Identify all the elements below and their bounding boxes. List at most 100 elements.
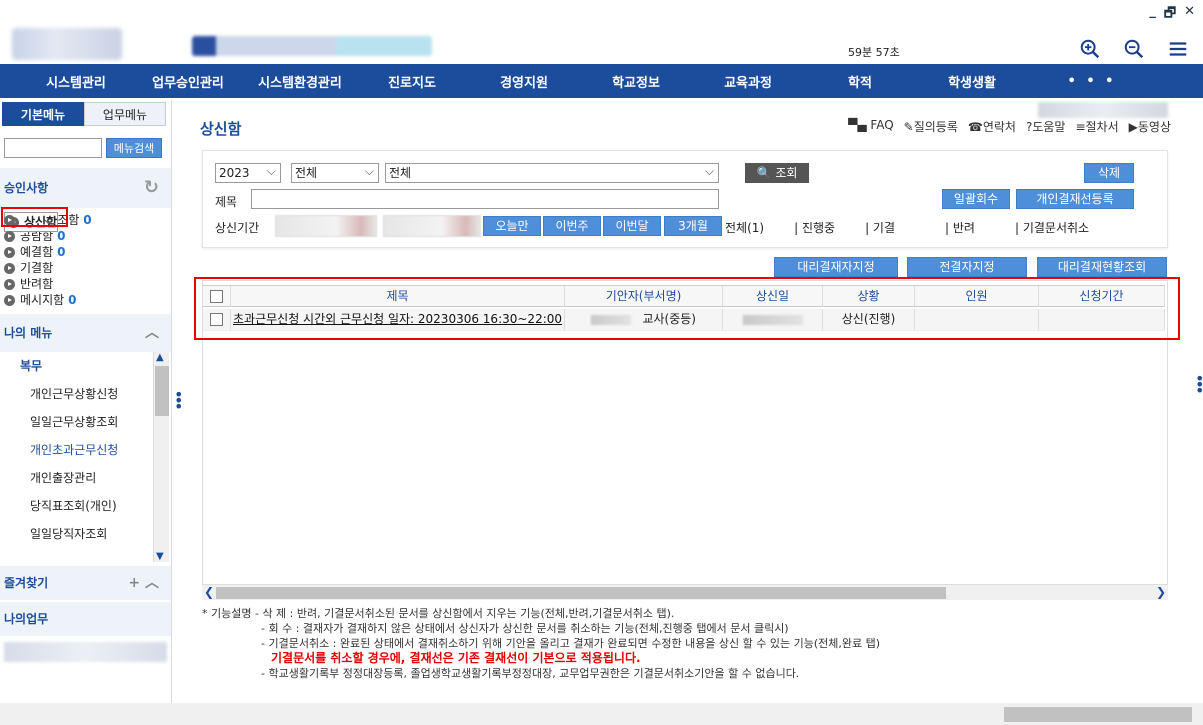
top-header: 59분 57초 _ 🗗 ✕ bbox=[0, 0, 1203, 64]
approval-item-scheduled[interactable]: 예결함 0 bbox=[4, 244, 171, 260]
tab-cancelled[interactable]: | 기결문서취소 bbox=[1015, 219, 1089, 236]
today-button[interactable]: 오늘만 bbox=[483, 216, 541, 236]
arrow-circle-icon bbox=[4, 230, 15, 242]
nav-item-management[interactable]: 경영지원 bbox=[468, 72, 580, 91]
menu-search: 메뉴검색 bbox=[4, 138, 171, 158]
my-menu-list: 복무 개인근무상황신청 일일근무상황조회 개인초과근무신청 개인출장관리 당직표… bbox=[0, 352, 171, 562]
my-menu-item[interactable]: 당직표조회(개인) bbox=[0, 492, 171, 520]
start-date-input[interactable] bbox=[275, 215, 377, 237]
minimize-icon[interactable]: _ bbox=[1149, 4, 1156, 26]
my-menu-scrollbar[interactable]: ▲ ▼ bbox=[153, 352, 169, 562]
category-select[interactable]: 전체 bbox=[385, 162, 719, 183]
menu-search-input[interactable] bbox=[4, 138, 102, 158]
my-menu-item[interactable]: 개인출장관리 bbox=[0, 464, 171, 492]
nav-item-student-life[interactable]: 학생생활 bbox=[916, 72, 1028, 91]
hscroll-thumb[interactable] bbox=[216, 587, 946, 599]
period-label: 상신기간 bbox=[215, 221, 260, 235]
hamburger-menu-icon[interactable] bbox=[1167, 38, 1189, 60]
search-panel: 2023 전체 전체 🔍 조회 삭제 제목 일괄회수 개인결재선등록 상신기간 … bbox=[202, 150, 1168, 248]
video-link[interactable]: ▶동영상 bbox=[1129, 118, 1171, 135]
close-icon[interactable]: ✕ bbox=[1184, 4, 1195, 26]
sidebar-tabs: 기본메뉴 업무메뉴 bbox=[2, 102, 171, 126]
tab-in-progress[interactable]: | 진행중 bbox=[794, 219, 835, 236]
left-sidebar: 기본메뉴 업무메뉴 메뉴검색 승인사항 ↻ 상신함 미결/협조함0 공람함0 예… bbox=[0, 100, 172, 703]
scroll-up-icon[interactable]: ▲ bbox=[156, 352, 164, 363]
right-panel-handle[interactable]: ••• bbox=[1195, 371, 1203, 399]
help-link[interactable]: ?도움말 bbox=[1026, 118, 1066, 135]
contact-link[interactable]: ☎연락처 bbox=[968, 118, 1016, 135]
refresh-icon[interactable]: ↻ bbox=[144, 168, 159, 208]
title-input[interactable] bbox=[251, 189, 719, 209]
zoom-out-icon[interactable] bbox=[1123, 38, 1145, 60]
faq-link[interactable]: ▀▄ FAQ bbox=[848, 118, 894, 135]
inquiry-link[interactable]: ✎질의등록 bbox=[904, 118, 958, 135]
bottom-scroll-thumb[interactable] bbox=[1004, 707, 1192, 722]
grid-hscrollbar[interactable]: ❮ ❯ bbox=[202, 584, 1168, 600]
my-menu-header[interactable]: 나의 메뉴 ︿ bbox=[0, 314, 171, 352]
approval-section-header: 승인사항 ↻ bbox=[0, 168, 171, 208]
main-content: 상신함 ▀▄ FAQ ✎질의등록 ☎연락처 ?도움말 ≡절차서 ▶동영상 202… bbox=[182, 100, 1187, 703]
scroll-thumb[interactable] bbox=[155, 366, 169, 416]
arrow-circle-icon bbox=[4, 246, 15, 258]
arrow-circle-icon bbox=[4, 262, 15, 274]
arrow-circle-icon bbox=[4, 278, 15, 290]
tab-work-menu[interactable]: 업무메뉴 bbox=[84, 102, 166, 126]
logo bbox=[12, 28, 122, 60]
delegate-approver-button[interactable]: 전결자지정 bbox=[907, 257, 1027, 277]
approval-item-completed[interactable]: 기결함 bbox=[4, 260, 171, 276]
this-month-button[interactable]: 이번달 bbox=[603, 216, 661, 236]
nav-item-records[interactable]: 학적 bbox=[804, 72, 916, 91]
main-nav: 시스템관리 업무승인관리 시스템환경관리 진로지도 경영지원 학교정보 교육과정… bbox=[0, 64, 1203, 98]
my-work-header[interactable]: 나의업무 bbox=[0, 602, 171, 636]
user-info bbox=[1038, 102, 1168, 118]
approval-item-rejected[interactable]: 반려함 bbox=[4, 276, 171, 292]
delete-button[interactable]: 삭제 bbox=[1084, 163, 1134, 183]
tab-all[interactable]: 전체(1) bbox=[725, 219, 764, 236]
nav-item-career[interactable]: 진로지도 bbox=[356, 72, 468, 91]
restore-icon[interactable]: 🗗 bbox=[1164, 4, 1176, 26]
type-select[interactable]: 전체 bbox=[291, 162, 379, 183]
menu-search-button[interactable]: 메뉴검색 bbox=[106, 138, 162, 158]
status-tabs: 전체(1) | 진행중 | 기결 | 반려 | 기결문서취소 bbox=[725, 219, 1119, 236]
my-menu-item[interactable]: 일일당직자조회 bbox=[0, 520, 171, 548]
redacted-row bbox=[4, 642, 167, 662]
scroll-right-icon[interactable]: ❯ bbox=[1156, 585, 1166, 599]
my-menu-item[interactable]: 일일근무상황조회 bbox=[0, 408, 171, 436]
this-week-button[interactable]: 이번주 bbox=[543, 216, 601, 236]
tab-rejected[interactable]: | 반려 bbox=[945, 219, 975, 236]
nav-item-school-info[interactable]: 학교정보 bbox=[580, 72, 692, 91]
my-menu-item[interactable]: 개인초과근무신청 bbox=[0, 436, 171, 464]
favorites-header[interactable]: 즐겨찾기 + ︿ bbox=[0, 566, 171, 600]
proxy-approver-button[interactable]: 대리결재자지정 bbox=[774, 257, 898, 277]
arrow-circle-icon bbox=[4, 294, 15, 306]
scroll-left-icon[interactable]: ❮ bbox=[204, 585, 214, 599]
function-notes: * 기능설명 - 삭 제 : 반려, 기결문서취소된 문서를 상신함에서 지우는… bbox=[202, 606, 880, 681]
nav-more-button[interactable]: • • • bbox=[1036, 74, 1148, 89]
session-timer: 59분 57초 bbox=[848, 46, 900, 59]
note-line: - 학교생활기록부 정정대장등록, 졸업생학교생활기록부정정대장, 교무업무권한… bbox=[261, 667, 800, 680]
school-name bbox=[192, 36, 432, 56]
my-menu-category[interactable]: 복무 bbox=[0, 352, 171, 380]
proxy-status-button[interactable]: 대리결재현황조회 bbox=[1037, 257, 1167, 277]
nav-item-approval-mgmt[interactable]: 업무승인관리 bbox=[132, 72, 244, 91]
year-select[interactable]: 2023 bbox=[215, 162, 281, 183]
warning-note: 기결문서를 취소할 경우에, 결재선은 기존 결재선이 기본으로 적용됩니다. bbox=[271, 651, 641, 665]
my-menu-item[interactable]: 개인근무상황신청 bbox=[0, 380, 171, 408]
three-months-button[interactable]: 3개월 bbox=[664, 216, 722, 236]
nav-item-env-mgmt[interactable]: 시스템환경관리 bbox=[244, 72, 356, 91]
chevron-up-icon[interactable]: ︿ bbox=[145, 314, 159, 352]
search-button[interactable]: 🔍 조회 bbox=[745, 163, 809, 183]
personal-approval-line-button[interactable]: 개인결재선등록 bbox=[1016, 189, 1134, 209]
nav-item-system[interactable]: 시스템관리 bbox=[20, 72, 132, 91]
recall-button[interactable]: 일괄회수 bbox=[942, 189, 1010, 209]
tab-basic-menu[interactable]: 기본메뉴 bbox=[2, 102, 84, 126]
scroll-down-icon[interactable]: ▼ bbox=[156, 551, 164, 562]
end-date-input[interactable] bbox=[383, 215, 481, 237]
approval-item-messages[interactable]: 메시지함 0 bbox=[4, 292, 171, 308]
zoom-in-icon[interactable] bbox=[1079, 38, 1101, 60]
add-chevron-icon[interactable]: + ︿ bbox=[128, 566, 159, 600]
bottom-scrollbar[interactable] bbox=[0, 703, 1203, 725]
nav-item-curriculum[interactable]: 교육과정 bbox=[692, 72, 804, 91]
tab-completed[interactable]: | 기결 bbox=[865, 219, 895, 236]
procedure-link[interactable]: ≡절차서 bbox=[1075, 118, 1118, 135]
